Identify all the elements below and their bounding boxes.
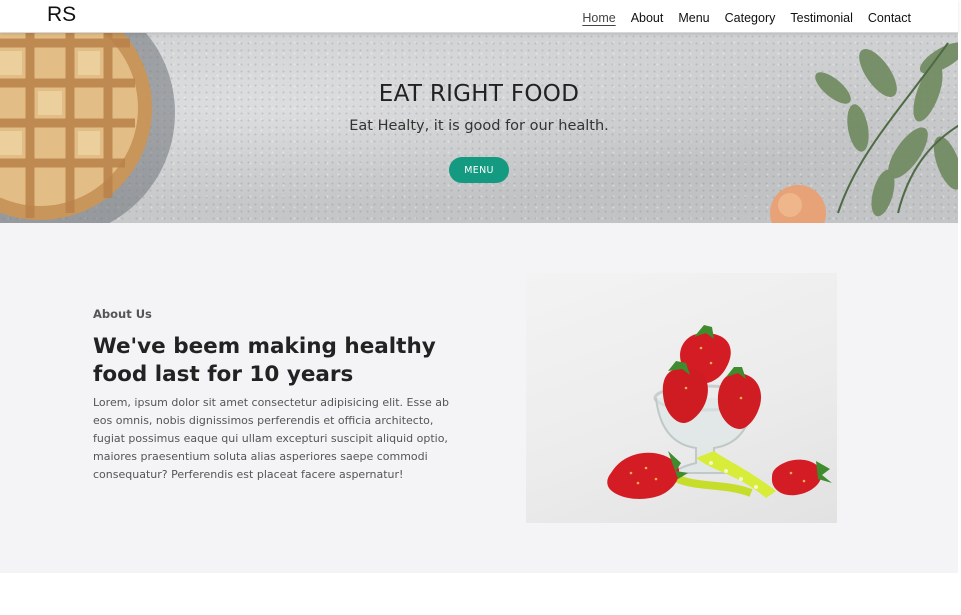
nav-link-category[interactable]: Category xyxy=(725,11,776,25)
nav-link-testimonial[interactable]: Testimonial xyxy=(790,11,853,25)
strawberries-image xyxy=(526,273,837,523)
menu-button[interactable]: MENU xyxy=(449,157,509,183)
nav-links: Home About Menu Category Testimonial Con… xyxy=(582,11,911,25)
about-text: Lorem, ipsum dolor sit amet consectetur … xyxy=(93,396,449,481)
navbar: RS Home About Menu Category Testimonial … xyxy=(0,0,958,33)
about-heading: We've beem making healthy food last for … xyxy=(93,334,436,387)
brand-logo[interactable]: RS xyxy=(47,3,76,27)
hero-section: EAT RIGHT FOOD Eat Healty, it is good fo… xyxy=(0,33,958,223)
hero-title: EAT RIGHT FOOD xyxy=(378,81,580,107)
about-section: About Us We've beem making healthy food … xyxy=(0,223,958,573)
hero-subtitle: Eat Healty, it is good for our health. xyxy=(349,118,609,134)
nav-link-menu[interactable]: Menu xyxy=(678,11,709,25)
nav-link-home[interactable]: Home xyxy=(582,11,615,25)
about-label: About Us xyxy=(93,307,152,321)
nav-link-about[interactable]: About xyxy=(631,11,664,25)
nav-link-contact[interactable]: Contact xyxy=(868,11,911,25)
